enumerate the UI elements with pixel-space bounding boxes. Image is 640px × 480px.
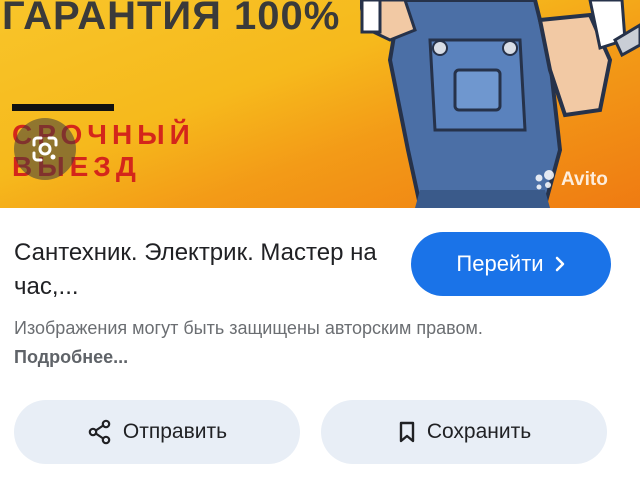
banner-divider — [12, 104, 114, 111]
avito-logo-icon — [535, 170, 554, 190]
copyright-notice: Изображения могут быть защищены авторски… — [14, 314, 534, 372]
save-button[interactable]: Сохранить — [321, 400, 607, 464]
google-lens-button[interactable] — [14, 118, 76, 180]
share-button-label: Отправить — [122, 420, 228, 443]
bookmark-icon — [399, 421, 415, 443]
learn-more-link[interactable]: Подробнее... — [14, 347, 128, 367]
result-image[interactable]: ГАРАНТИЯ 100% СРОЧНЫЙ ВЫЕЗД Avito — [0, 0, 640, 208]
avito-watermark: Avito — [533, 169, 608, 191]
save-button-label: Сохранить — [426, 420, 532, 443]
watermark-text: Avito — [561, 169, 608, 190]
share-button[interactable]: Отправить — [14, 400, 300, 464]
chevron-right-icon — [555, 256, 564, 272]
result-title[interactable]: Сантехник. Электрик. Мастер на час,... — [14, 236, 384, 304]
visit-button[interactable]: Перейти — [411, 232, 611, 296]
share-icon — [88, 419, 111, 445]
visit-button-label: Перейти — [456, 251, 544, 276]
google-lens-icon — [32, 136, 58, 162]
banner-headline: ГАРАНТИЯ 100% — [2, 0, 341, 38]
copyright-notice-text: Изображения могут быть защищены авторски… — [14, 318, 483, 338]
